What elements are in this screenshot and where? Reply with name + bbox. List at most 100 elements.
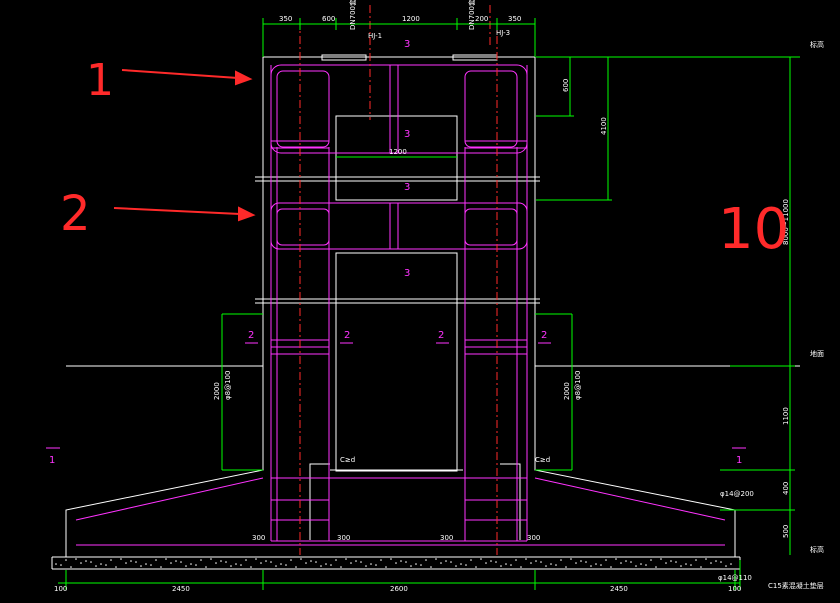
hatch-dot — [155, 559, 157, 561]
hatch-dot — [65, 559, 67, 561]
hatch-dot — [470, 559, 472, 561]
hatch-dot — [185, 565, 187, 567]
concrete-label: C15素混凝土垫层 — [768, 581, 824, 590]
axis-label-right: DN700套管 — [467, 0, 476, 30]
hatch-dot — [115, 566, 117, 568]
hatch-dot — [455, 565, 457, 567]
hatch-dot — [280, 563, 282, 565]
hatch-dot — [495, 561, 497, 563]
hatch-dot — [260, 562, 262, 564]
base-dim-2: 300 — [337, 534, 350, 542]
hatch-dot — [585, 561, 587, 563]
hatch-dot — [575, 562, 577, 564]
section-1-left: 1 — [49, 455, 55, 466]
pipe-tag-1: HJ-1 — [368, 32, 382, 40]
bottom-dim-5: 100 — [728, 585, 741, 593]
section-2-c: 2 — [438, 330, 444, 341]
hatch-dot — [445, 560, 447, 562]
dim-right-low: 400 — [782, 482, 790, 495]
hatch-dot — [190, 563, 192, 565]
hatch-dot — [380, 559, 382, 561]
hatch-dot — [640, 563, 642, 565]
section-1-right: 1 — [736, 455, 742, 466]
hatch-dot — [385, 566, 387, 568]
hatch-dot — [80, 562, 82, 564]
hatch-dot — [215, 562, 217, 564]
hatch-dot — [75, 558, 77, 560]
hatch-dot — [295, 566, 297, 568]
hatch-dot — [590, 565, 592, 567]
hatch-dot — [265, 560, 267, 562]
hatch-dot — [570, 558, 572, 560]
hatch-dot — [160, 566, 162, 568]
base-dim-1: 300 — [252, 534, 265, 542]
dim-left-rebar: φ8@100 — [224, 371, 232, 400]
hatch-dot — [120, 558, 122, 560]
hatch-dot — [140, 565, 142, 567]
dim-right-base: 500 — [782, 525, 790, 538]
hatch-dot — [650, 559, 652, 561]
hatch-dot — [405, 561, 407, 563]
hatch-dot — [450, 561, 452, 563]
hatch-dot — [710, 562, 712, 564]
hatch-dot — [150, 564, 152, 566]
hatch-dot — [220, 560, 222, 562]
hatch-dot — [680, 565, 682, 567]
base-dim-4: 300 — [527, 534, 540, 542]
dimension-lines — [58, 18, 800, 590]
inner-dim-left: C≥d — [340, 456, 355, 464]
hatch-dot — [330, 564, 332, 566]
level-mark-base: 标高 — [810, 545, 824, 554]
hatch-dot — [490, 560, 492, 562]
hatch-dot — [555, 564, 557, 566]
hatch-dot — [620, 562, 622, 564]
hatch-dot — [85, 560, 87, 562]
top-dim-1: 350 — [279, 15, 292, 23]
hatch-dot — [200, 559, 202, 561]
hatch-dot — [365, 565, 367, 567]
annotation-2: 2 — [60, 186, 91, 242]
bottom-dim-2: 2450 — [172, 585, 190, 593]
hatch-dot — [350, 562, 352, 564]
section-2-b: 2 — [344, 330, 350, 341]
hatch-dot — [465, 564, 467, 566]
dim-right-mid: 1100 — [782, 407, 790, 425]
hatch-dot — [425, 559, 427, 561]
hatch-dot — [505, 563, 507, 565]
hatch-dot — [530, 562, 532, 564]
hatch-dot — [460, 563, 462, 565]
hatch-dot — [255, 558, 257, 560]
hatch-dot — [290, 559, 292, 561]
hatch-dot — [545, 565, 547, 567]
hatch-dot — [685, 563, 687, 565]
hatch-dot — [510, 564, 512, 566]
level-mark-ground: 地面 — [810, 349, 824, 358]
cad-viewport[interactable]: { "colors": { "background": "#000000", "… — [0, 0, 840, 603]
section-3-bottom: 3 — [404, 268, 410, 279]
hatch-dot — [95, 565, 97, 567]
hatch-dot — [285, 564, 287, 566]
hatch-dot — [660, 558, 662, 560]
hatch-dot — [715, 560, 717, 562]
base-dim-3: 300 — [440, 534, 453, 542]
hatch-dot — [550, 563, 552, 565]
hatch-dot — [440, 562, 442, 564]
bottom-dim-1: 100 — [54, 585, 67, 593]
hatch-dot — [170, 562, 172, 564]
dim-right-upper: 4100 — [600, 117, 608, 135]
hatch-dot — [145, 563, 147, 565]
hatch-dot — [695, 559, 697, 561]
annotation-10: 10 — [718, 197, 789, 262]
hatch-dot — [345, 558, 347, 560]
hatch-dot — [565, 566, 567, 568]
top-dim-3: 1200 — [402, 15, 420, 23]
opening-width: 1200 — [389, 148, 407, 156]
hatch-dot — [700, 566, 702, 568]
hatch-dot — [70, 566, 72, 568]
level-mark-top: 标高 — [810, 40, 824, 49]
hatch-dot — [675, 561, 677, 563]
hatch-dot — [725, 565, 727, 567]
hatch-dot — [400, 560, 402, 562]
hatch-dot — [320, 565, 322, 567]
hatch-dot — [180, 561, 182, 563]
